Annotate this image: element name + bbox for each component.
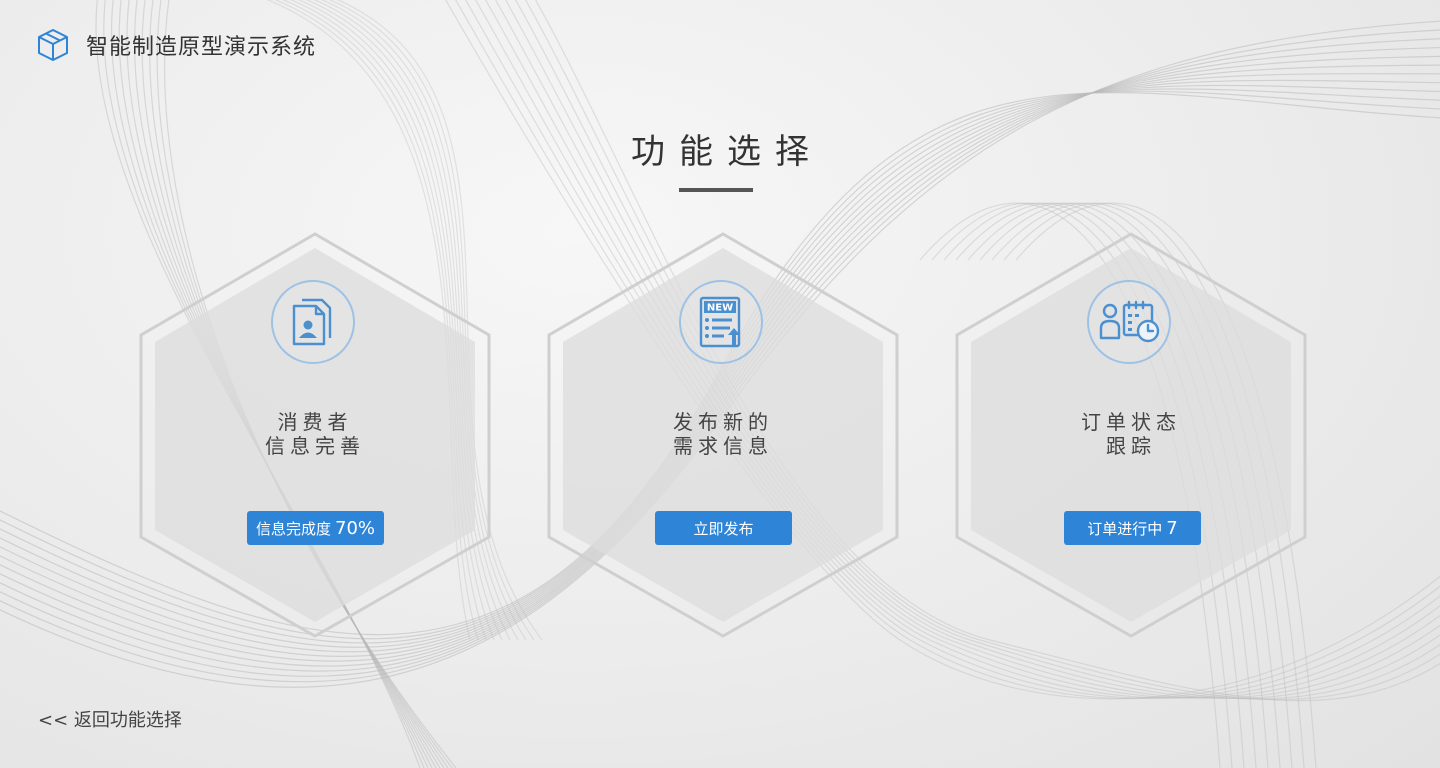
- card-label-line2: 需求信息: [673, 434, 773, 458]
- consumer-document-icon: [292, 298, 332, 346]
- card-label: 订单状态 跟踪: [955, 410, 1307, 458]
- card-consumer-info[interactable]: 消费者 信息完善 信息完成度 70%: [139, 232, 491, 638]
- order-count: 7: [1166, 517, 1178, 539]
- card-publish-demand[interactable]: NEW 发布新的 需求信息 立即发布: [547, 232, 899, 638]
- card-label-line1: 订单状态: [1081, 410, 1181, 434]
- cube-icon: [38, 29, 68, 61]
- info-completion-button[interactable]: 信息完成度 70%: [247, 511, 384, 545]
- order-status-icon: [1099, 300, 1160, 343]
- card-label-line2: 跟踪: [1106, 434, 1156, 458]
- card-label-line1: 消费者: [277, 410, 353, 434]
- new-document-icon: NEW: [699, 296, 741, 348]
- app-header: 智能制造原型演示系统: [36, 28, 316, 62]
- button-label: 订单进行中: [1087, 519, 1163, 538]
- icon-circle: [1087, 280, 1171, 364]
- button-label: 信息完成度: [255, 519, 331, 538]
- button-label: 立即发布: [693, 519, 754, 538]
- back-to-function-select-link[interactable]: << 返回功能选择: [38, 706, 182, 732]
- title-underline: [679, 188, 753, 192]
- order-in-progress-button[interactable]: 订单进行中 7: [1064, 511, 1201, 545]
- page-title: 功能选择: [631, 132, 823, 172]
- app-title: 智能制造原型演示系统: [86, 35, 317, 60]
- card-label-line1: 发布新的: [673, 410, 773, 434]
- card-label-line2: 信息完善: [265, 434, 365, 458]
- card-order-tracking[interactable]: 订单状态 跟踪 订单进行中 7: [955, 232, 1307, 638]
- svg-text:NEW: NEW: [707, 303, 733, 314]
- publish-now-button[interactable]: 立即发布: [655, 511, 792, 545]
- card-label: 消费者 信息完善: [139, 410, 491, 458]
- icon-circle: [271, 280, 355, 364]
- card-label: 发布新的 需求信息: [547, 410, 899, 458]
- icon-circle: NEW: [679, 280, 763, 364]
- completion-value: 70%: [335, 517, 376, 539]
